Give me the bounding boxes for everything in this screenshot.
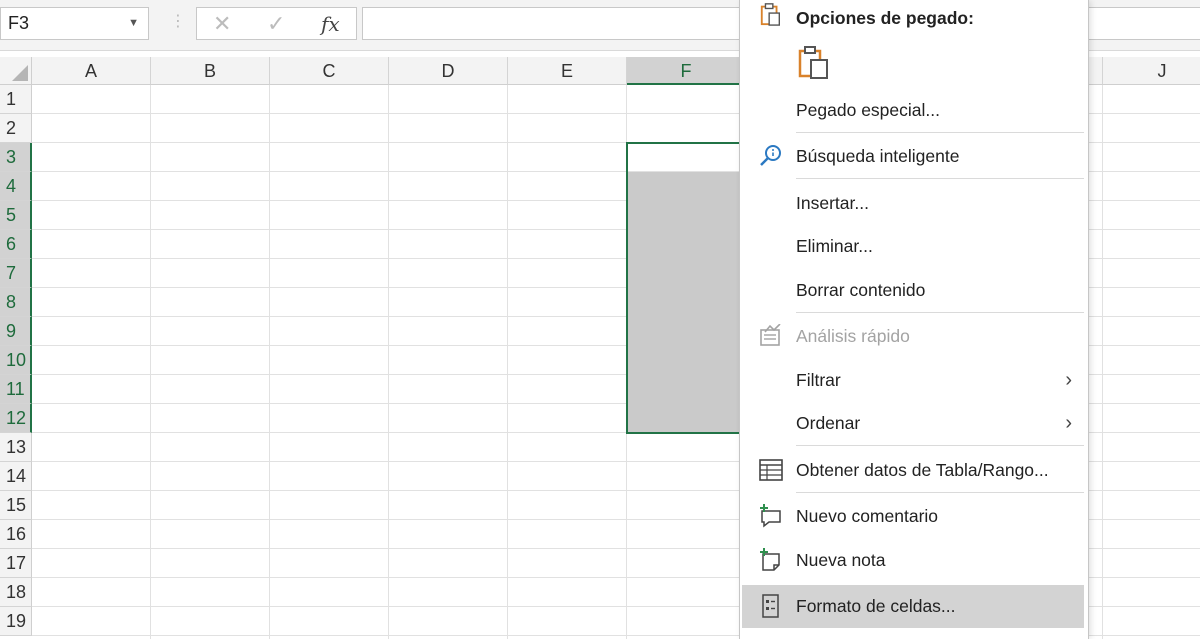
formula-buttons: ✕ ✓ fx [196, 7, 357, 40]
grip-handle-icon[interactable]: ⋮ [170, 14, 186, 30]
gridline-vertical [507, 85, 508, 639]
row-header-11[interactable]: 11 [0, 375, 32, 404]
smart-lookup-icon [760, 145, 781, 166]
menu-item-label: Eliminar... [796, 236, 873, 256]
menu-item-label: Nuevo comentario [796, 506, 939, 526]
row-header-17[interactable]: 17 [0, 549, 32, 578]
clipboard-icon [760, 3, 780, 26]
column-header-a[interactable]: A [32, 57, 151, 85]
selected-range-border [626, 142, 747, 434]
menu-item-label: Obtener datos de Tabla/Rango... [796, 460, 1049, 480]
row-header-2[interactable]: 2 [0, 114, 32, 143]
column-header-b[interactable]: B [151, 57, 270, 85]
new-comment-icon [760, 504, 781, 528]
quick-analysis-icon [760, 324, 781, 346]
menu-item-sort[interactable]: Ordenar › [740, 403, 1086, 443]
paste-icon [798, 46, 828, 79]
row-header-13[interactable]: 13 [0, 433, 32, 462]
column-header-f[interactable]: F [627, 57, 746, 85]
insert-function-icon[interactable]: fx [321, 10, 340, 38]
paste-options-title: Opciones de pegado: [796, 8, 974, 28]
column-header-d[interactable]: D [389, 57, 508, 85]
menu-item-clear-contents[interactable]: Borrar contenido [740, 270, 1086, 310]
gridline-vertical [1102, 85, 1103, 639]
menu-item-label: Insertar... [796, 193, 869, 213]
row-header-3[interactable]: 3 [0, 143, 32, 172]
menu-item-filter[interactable]: Filtrar › [740, 360, 1086, 400]
menu-item-label: Borrar contenido [796, 280, 926, 300]
new-note-icon [760, 548, 780, 571]
gridline-vertical [150, 85, 151, 639]
menu-divider [796, 178, 1084, 179]
menu-item-format-cells[interactable]: Formato de celdas... [742, 585, 1084, 628]
gridline-vertical [269, 85, 270, 639]
row-header-15[interactable]: 15 [0, 491, 32, 520]
row-header-5[interactable]: 5 [0, 201, 32, 230]
column-header-e[interactable]: E [508, 57, 627, 85]
menu-divider [796, 492, 1084, 493]
row-header-14[interactable]: 14 [0, 462, 32, 491]
paste-option-button[interactable] [796, 44, 832, 80]
row-header-9[interactable]: 9 [0, 317, 32, 346]
check-icon[interactable]: ✓ [267, 10, 285, 38]
column-header-c[interactable]: C [270, 57, 389, 85]
menu-item-get-data[interactable]: Obtener datos de Tabla/Rango... [740, 450, 1086, 490]
row-header-19[interactable]: 19 [0, 607, 32, 636]
menu-item-label: Búsqueda inteligente [796, 146, 960, 166]
menu-item-label: Análisis rápido [796, 326, 910, 346]
row-header-6[interactable]: 6 [0, 230, 32, 259]
menu-item-new-comment[interactable]: Nuevo comentario [740, 496, 1086, 536]
row-header-10[interactable]: 10 [0, 346, 32, 375]
chevron-right-icon: › [1065, 369, 1072, 391]
chevron-right-icon: › [1065, 412, 1072, 434]
row-header-8[interactable]: 8 [0, 288, 32, 317]
select-all-button[interactable] [0, 57, 32, 85]
menu-divider [796, 445, 1084, 446]
menu-item-quick-analysis: Análisis rápido [740, 316, 1086, 356]
column-header-j[interactable]: J [1103, 57, 1200, 85]
menu-item-label: Nueva nota [796, 550, 886, 570]
name-box-value: F3 [8, 13, 30, 33]
row-header-16[interactable]: 16 [0, 520, 32, 549]
row-header-4[interactable]: 4 [0, 172, 32, 201]
menu-item-new-note[interactable]: Nueva nota [740, 540, 1086, 580]
caret-down-icon[interactable]: ▼ [128, 8, 139, 39]
row-header-1[interactable]: 1 [0, 85, 32, 114]
menu-item-delete[interactable]: Eliminar... [740, 226, 1086, 266]
context-menu: Opciones de pegado: Pegado especial... B… [739, 0, 1089, 639]
menu-divider [796, 312, 1084, 313]
menu-item-label: Filtrar [796, 370, 841, 390]
row-header-7[interactable]: 7 [0, 259, 32, 288]
row-header-18[interactable]: 18 [0, 578, 32, 607]
gridline-vertical [388, 85, 389, 639]
menu-divider [796, 132, 1084, 133]
menu-item-smart-lookup[interactable]: Búsqueda inteligente [740, 136, 1086, 176]
row-header-12[interactable]: 12 [0, 404, 32, 433]
menu-item-insert[interactable]: Insertar... [740, 183, 1086, 223]
menu-item-label: Pegado especial... [796, 100, 940, 120]
menu-item-paste-special[interactable]: Pegado especial... [740, 90, 1086, 130]
cancel-x-icon[interactable]: ✕ [213, 10, 231, 38]
table-icon [759, 459, 783, 481]
name-box[interactable]: F3 ▼ [0, 7, 149, 40]
menu-item-label: Ordenar [796, 413, 861, 433]
format-cells-icon [762, 594, 779, 618]
paste-options-header: Opciones de pegado: [740, 0, 1086, 40]
menu-item-label: Formato de celdas... [796, 596, 956, 616]
